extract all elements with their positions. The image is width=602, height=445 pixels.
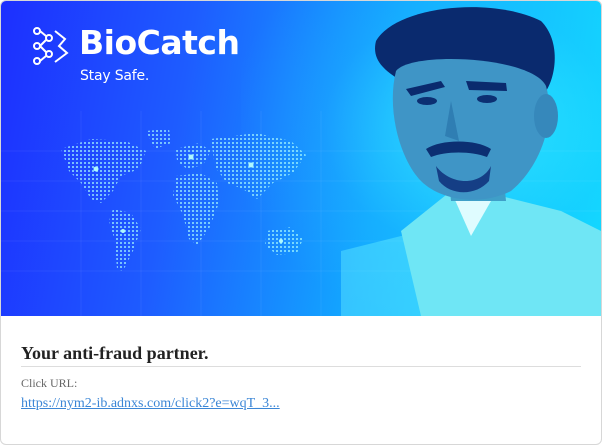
brand-logo: BioCatch Stay Safe. bbox=[31, 23, 281, 93]
man-looking-at-tablet-photo bbox=[341, 7, 601, 316]
click-url-link[interactable]: https://nym2-ib.adnxs.com/click2?e=wqT_3… bbox=[21, 395, 280, 412]
ad-body: Your anti-fraud partner. Click URL: http… bbox=[21, 316, 581, 412]
click-url-label: Click URL: bbox=[21, 376, 78, 390]
ad-banner-image[interactable]: BioCatch Stay Safe. bbox=[1, 1, 601, 316]
biocatch-logo-mark-icon bbox=[33, 27, 69, 65]
world-map-graphic bbox=[61, 129, 306, 271]
ad-title: Your anti-fraud partner. bbox=[21, 343, 209, 363]
brand-name: BioCatch bbox=[79, 23, 240, 62]
brand-tagline: Stay Safe. bbox=[80, 68, 150, 84]
ad-card: BioCatch Stay Safe. Your anti-fraud part… bbox=[0, 0, 602, 445]
title-divider bbox=[21, 366, 581, 367]
